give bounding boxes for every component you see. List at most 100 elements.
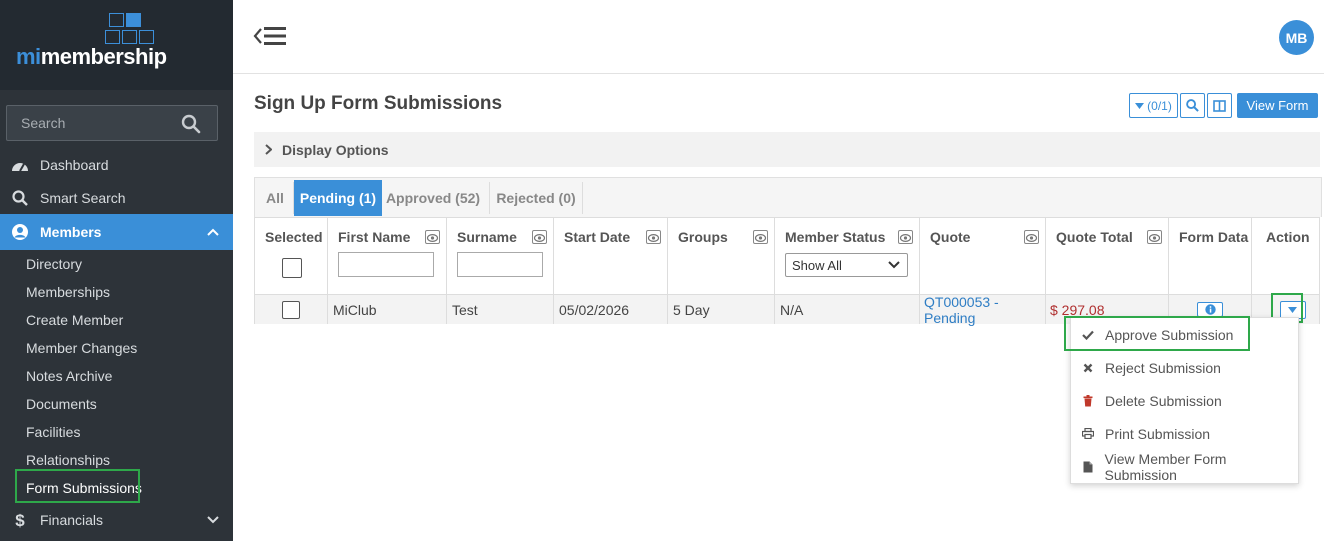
- page-title: Sign Up Form Submissions: [254, 93, 503, 114]
- columns-icon: [1213, 99, 1226, 112]
- search-button[interactable]: [1180, 93, 1205, 118]
- column-action: Action: [1252, 218, 1320, 294]
- sidebar-search: [6, 105, 218, 141]
- sidebar-item-documents[interactable]: Documents: [26, 390, 97, 418]
- column-quote: Quote: [920, 218, 1046, 294]
- header-label: Quote: [930, 229, 971, 245]
- header-label: Member Status: [785, 229, 886, 245]
- search-icon: [1186, 99, 1199, 112]
- column-form-data: Form Data: [1169, 218, 1252, 294]
- select-all-checkbox[interactable]: [282, 258, 302, 278]
- eye-icon[interactable]: [898, 230, 913, 244]
- eye-icon[interactable]: [425, 230, 440, 244]
- sidebar-item-directory[interactable]: Directory: [26, 250, 82, 278]
- chevron-down-icon: [888, 261, 900, 269]
- submissions-table: Selected First Name Surname Start Date G…: [254, 217, 1320, 326]
- first-name-filter[interactable]: [338, 252, 434, 277]
- menu-item-delete-submission[interactable]: Delete Submission: [1071, 384, 1300, 417]
- cell-start-date: 05/02/2026: [554, 295, 668, 324]
- search-icon[interactable]: [181, 114, 201, 134]
- sidebar-item-create-member[interactable]: Create Member: [26, 306, 123, 334]
- menu-item-label: Delete Submission: [1105, 392, 1222, 409]
- nav-item-financials[interactable]: $ Financials: [0, 503, 233, 536]
- status-tabs: All Pending (1) Approved (52) Rejected (…: [254, 177, 1322, 217]
- sidebar-toggle-icon[interactable]: [253, 24, 289, 48]
- dollar-icon: $: [15, 511, 25, 529]
- logo-squares-icon: [105, 13, 159, 45]
- eye-icon[interactable]: [1147, 230, 1162, 244]
- header-label: Action: [1266, 229, 1310, 245]
- filter-dropdown-button[interactable]: (0/1): [1129, 93, 1178, 118]
- column-first-name: First Name: [328, 218, 447, 294]
- nav-label-financials: Financials: [40, 511, 104, 528]
- cell-member-status: N/A: [775, 295, 920, 324]
- cell-first-name: MiClub: [328, 295, 447, 324]
- eye-icon[interactable]: [1024, 230, 1039, 244]
- sidebar: mimembership Dashboard Smart Search Memb…: [0, 0, 233, 541]
- tab-divider: [582, 182, 583, 214]
- nav-item-members[interactable]: Members: [0, 214, 233, 250]
- menu-item-label: Print Submission: [1105, 425, 1211, 442]
- sidebar-item-facilities[interactable]: Facilities: [26, 418, 80, 446]
- info-icon: [1204, 304, 1216, 315]
- tab-rejected[interactable]: Rejected (0): [490, 180, 582, 216]
- column-member-status: Member Status Show All: [775, 218, 920, 294]
- brand-prefix: mi: [16, 44, 41, 69]
- row-checkbox[interactable]: [282, 300, 300, 319]
- sidebar-item-memberships[interactable]: Memberships: [26, 278, 110, 306]
- cell-groups: 5 Day: [668, 295, 775, 324]
- chevron-right-icon: [264, 144, 272, 155]
- search-icon: [12, 189, 28, 206]
- header-label: Surname: [457, 229, 517, 245]
- header-label: Groups: [678, 229, 728, 245]
- brand-logo[interactable]: mimembership: [0, 0, 233, 90]
- eye-icon[interactable]: [646, 230, 661, 244]
- header-label: Selected: [265, 229, 323, 245]
- menu-item-reject-submission[interactable]: Reject Submission: [1071, 351, 1300, 384]
- chevron-down-icon: [207, 515, 219, 523]
- x-icon: [1083, 363, 1093, 372]
- columns-button[interactable]: [1207, 93, 1232, 118]
- view-form-button[interactable]: View Form: [1237, 93, 1318, 118]
- column-quote-total: Quote Total: [1046, 218, 1169, 294]
- svg-text:$: $: [15, 511, 25, 529]
- eye-icon[interactable]: [532, 230, 547, 244]
- sidebar-item-notes-archive[interactable]: Notes Archive: [26, 362, 112, 390]
- menu-item-print-submission[interactable]: Print Submission: [1071, 417, 1300, 450]
- header-label: First Name: [338, 229, 411, 245]
- user-avatar[interactable]: MB: [1279, 20, 1314, 55]
- user-icon: [12, 224, 28, 240]
- printer-icon: [1082, 428, 1094, 439]
- nav-item-smart-search[interactable]: Smart Search: [0, 181, 233, 214]
- tab-all[interactable]: All: [257, 180, 293, 216]
- cell-quote: QT000053 - Pending: [920, 294, 1046, 326]
- tab-approved[interactable]: Approved (52): [384, 180, 482, 216]
- form-submissions-highlight: [15, 469, 140, 503]
- tab-pending[interactable]: Pending (1): [294, 180, 382, 216]
- cell-surname: Test: [447, 295, 554, 324]
- member-status-select-value: Show All: [792, 257, 842, 273]
- menu-item-view-member-form-submission[interactable]: View Member Form Submission: [1071, 450, 1300, 483]
- column-surname: Surname: [447, 218, 554, 294]
- row-select-cell: [255, 295, 328, 324]
- quote-link[interactable]: QT000053 - Pending: [924, 294, 1045, 326]
- column-start-date: Start Date: [554, 218, 668, 294]
- nav-item-dashboard[interactable]: Dashboard: [0, 148, 233, 181]
- header-label: Start Date: [564, 229, 631, 245]
- sidebar-search-input[interactable]: [7, 106, 177, 140]
- brand-suffix: membership: [40, 44, 167, 69]
- surname-filter[interactable]: [457, 252, 543, 277]
- approve-submission-highlight: [1064, 316, 1250, 351]
- menu-item-label: View Member Form Submission: [1104, 450, 1227, 483]
- member-status-select[interactable]: Show All: [785, 253, 908, 277]
- sidebar-item-member-changes[interactable]: Member Changes: [26, 334, 137, 362]
- top-bar: MB: [233, 0, 1324, 74]
- form-data-button[interactable]: [1197, 302, 1223, 317]
- eye-icon[interactable]: [753, 230, 768, 244]
- header-label: Quote Total: [1056, 229, 1133, 245]
- nav-label-smart-search: Smart Search: [40, 189, 126, 206]
- display-options-toggle[interactable]: Display Options: [254, 132, 1320, 167]
- trash-icon: [1083, 394, 1093, 406]
- nav-label-members: Members: [40, 224, 102, 240]
- dashboard-icon: [12, 162, 28, 171]
